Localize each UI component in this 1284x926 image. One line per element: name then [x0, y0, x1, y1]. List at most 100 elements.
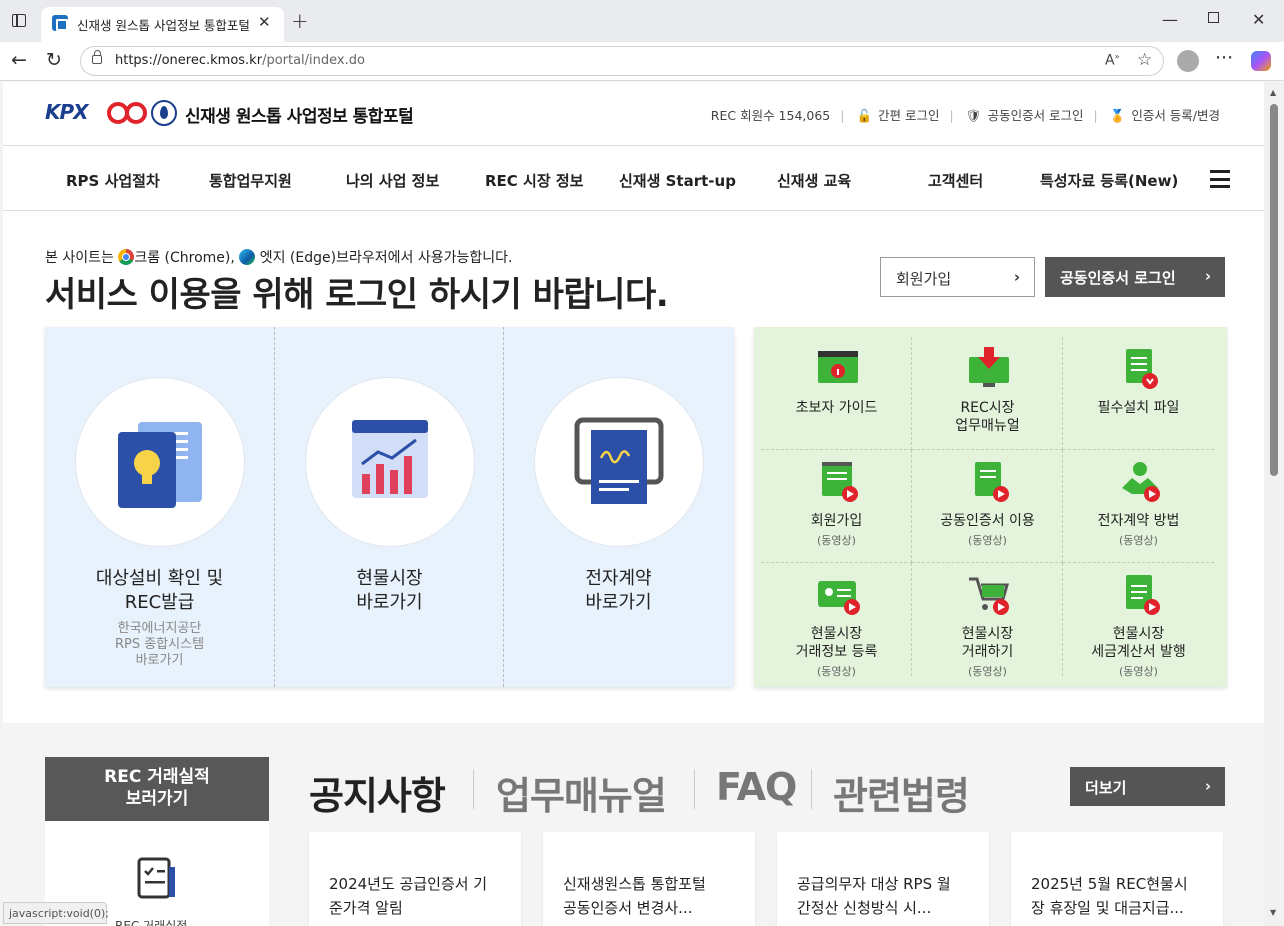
chevron-right-icon: › [1204, 777, 1211, 795]
guide-contract-video[interactable]: 전자계약 방법 (동영상) [1063, 450, 1214, 563]
notice-card[interactable]: 2025년 5월 REC현물시 장 휴장일 및 대금지급... [1011, 832, 1223, 926]
read-aloud-icon[interactable]: A» [1105, 52, 1119, 69]
quick-label: 전자계약 바로가기 [585, 568, 652, 613]
chart-growth-icon [352, 420, 428, 498]
cert-login-button[interactable]: 공동인증서 로그인 › [1045, 257, 1225, 297]
guide-rec-manual[interactable]: REC시장 업무매뉴얼 [912, 337, 1063, 450]
nav-my-business[interactable]: 나의 사업 정보 [346, 170, 439, 191]
status-bar: javascript:void(0); [3, 902, 109, 924]
web-page: KPX 신재생 원스톱 사업정보 통합포털 REC 회원수 154,065 | … [3, 82, 1264, 926]
tab-divider [694, 769, 695, 809]
logo-ring-icon [125, 102, 147, 124]
close-window-icon[interactable]: ✕ [1252, 10, 1265, 29]
more-options-icon[interactable]: ··· [1215, 47, 1233, 69]
guide-signup-video[interactable]: 회원가입 (동영상) [761, 450, 912, 563]
minimize-icon[interactable]: — [1162, 10, 1178, 29]
guide-video-tag: (동영상) [817, 534, 856, 547]
profile-avatar-icon[interactable] [1177, 50, 1199, 72]
notice-card[interactable]: 공급의무자 대상 RPS 월 간정산 신청방식 시... [777, 832, 989, 926]
guide-label: 현물시장 세금계산서 발행 [1091, 626, 1186, 660]
browser-notice: 본 사이트는 크롬 (Chrome), 엣지 (Edge)브라우저에서 사용가능… [45, 249, 513, 266]
guide-video-tag: (동영상) [968, 534, 1007, 547]
page-title: 서비스 이용을 위해 로그인 하시기 바랍니다. [45, 275, 669, 315]
browser-tab[interactable]: 신재생 원스톱 사업정보 통합포털 ✕ [41, 7, 284, 42]
new-tab-icon[interactable]: + [291, 9, 309, 33]
notebook-video-icon [822, 462, 858, 502]
chevron-right-icon: › [1013, 268, 1020, 286]
guide-cert-video[interactable]: 공동인증서 이용 (동영상) [912, 450, 1063, 563]
guide-label: 공동인증서 이용 [940, 513, 1035, 529]
checklist-icon [137, 857, 175, 899]
scroll-up-icon[interactable]: ▲ [1270, 88, 1276, 97]
back-icon[interactable]: ← [11, 49, 27, 71]
notice-card-title: 2025년 5월 REC현물시 장 휴장일 및 대금지급... [1031, 875, 1188, 917]
notice-card[interactable]: 신재생원스톱 통합포털 공동인증서 변경사... [543, 832, 755, 926]
guide-label: 전자계약 방법 [1097, 513, 1180, 529]
guide-tax-invoice-video[interactable]: 현물시장 세금계산서 발행 (동영상) [1063, 563, 1214, 678]
maximize-icon[interactable] [1208, 12, 1219, 23]
quick-links-panel: 대상설비 확인 및 REC발급 한국에너지공단 RPS 종합시스템 바로가기 현물시장… [45, 327, 734, 687]
quick-rec-issuance[interactable]: 대상설비 확인 및 REC발급 한국에너지공단 RPS 종합시스템 바로가기 [45, 327, 274, 687]
copilot-icon[interactable] [1251, 51, 1271, 71]
cert-login-link[interactable]: 🛡 공동인증서 로그인 [966, 108, 1084, 123]
cart-video-icon [969, 577, 1009, 615]
main-navigation: RPS 사업절차 통합업무지원 나의 사업 정보 REC 시장 정보 신재생 S… [3, 145, 1264, 211]
window-menu-icon[interactable] [12, 14, 26, 27]
scrollbar-thumb[interactable] [1270, 104, 1278, 476]
guide-video-tag: (동영상) [1119, 534, 1158, 547]
hamburger-menu-icon[interactable] [1210, 170, 1230, 188]
close-tab-icon[interactable]: ✕ [258, 13, 271, 31]
nav-startup[interactable]: 신재생 Start-up [619, 170, 736, 191]
tab-manual[interactable]: 업무매뉴얼 [496, 765, 667, 820]
vertical-scrollbar[interactable]: ▲ ▼ [1265, 82, 1284, 926]
more-button[interactable]: 더보기 › [1070, 767, 1225, 806]
quick-label: 대상설비 확인 및 REC발급 [95, 568, 224, 613]
guide-trading-video[interactable]: 현물시장 거래하기 (동영상) [912, 563, 1063, 678]
guide-label: 현물시장 거래정보 등록 [795, 626, 878, 660]
nav-customer-center[interactable]: 고객센터 [928, 170, 983, 191]
reload-icon[interactable]: ↻ [46, 49, 62, 71]
guide-video-tag: (동영상) [817, 665, 856, 678]
lock-icon [92, 50, 102, 64]
tab-faq[interactable]: FAQ [716, 765, 797, 809]
notice-card[interactable]: 2024년도 공급인증서 기 준가격 알림 [309, 832, 521, 926]
guide-panel: 초보자 가이드 REC시장 업무매뉴얼 필수설치 파일 회원가입 (동영상) 공동… [754, 327, 1227, 687]
rec-history-partial-label: REC 거래실적 [115, 919, 188, 926]
rec-member-count: REC 회원수 154,065 [710, 108, 831, 123]
nav-rps-procedure[interactable]: RPS 사업절차 [66, 170, 160, 191]
quick-icon-circle [306, 378, 474, 546]
edge-icon [239, 249, 256, 265]
guide-video-tag: (동영상) [1119, 665, 1158, 678]
guide-label: REC시장 업무매뉴얼 [955, 400, 1020, 434]
quick-label: 현물시장 바로가기 [356, 568, 423, 613]
logo-drop-icon [151, 100, 177, 126]
join-button[interactable]: 회원가입 › [880, 257, 1035, 297]
tab-laws[interactable]: 관련법령 [833, 765, 970, 820]
simple-login-link[interactable]: 🔓 간편 로그인 [856, 108, 939, 123]
url-field[interactable]: https://onerec.kmos.kr/portal/index.do A… [80, 46, 1164, 76]
lightbulb-document-icon [118, 422, 202, 508]
rec-history-box[interactable]: REC 거래실적 보러가기 REC 거래실적 [45, 757, 269, 926]
top-links: REC 회원수 154,065 | 🔓 간편 로그인 | 🛡 공동인증서 로그인 |… [710, 108, 1220, 123]
quick-icon-circle [535, 378, 703, 546]
guide-required-files[interactable]: 필수설치 파일 [1063, 337, 1214, 450]
nav-characteristic-data[interactable]: 특성자료 등록(New) [1040, 170, 1178, 191]
nav-rec-market[interactable]: REC 시장 정보 [485, 170, 583, 191]
nav-education[interactable]: 신재생 교육 [777, 170, 851, 191]
favorite-star-icon[interactable]: ☆ [1137, 50, 1152, 70]
cert-register-link[interactable]: 🏅 인증서 등록/변경 [1110, 108, 1220, 123]
guide-beginner[interactable]: 초보자 가이드 [761, 337, 912, 450]
quick-e-contract[interactable]: 전자계약 바로가기 [503, 327, 732, 687]
tab-notice[interactable]: 공지사항 [309, 765, 446, 820]
tab-title: 신재생 원스톱 사업정보 통합포털 [77, 18, 250, 33]
invoice-video-icon [1126, 575, 1160, 615]
monitor-info-icon [818, 351, 858, 383]
notice-card-title: 2024년도 공급인증서 기 준가격 알림 [329, 875, 488, 917]
guide-trade-register-video[interactable]: 현물시장 거래정보 등록 (동영상) [761, 563, 912, 678]
scroll-down-icon[interactable]: ▼ [1270, 908, 1276, 917]
rec-history-header[interactable]: REC 거래실적 보러가기 [45, 757, 269, 821]
site-title: 신재생 원스톱 사업정보 통합포털 [185, 107, 414, 127]
quick-spot-market[interactable]: 현물시장 바로가기 [274, 327, 503, 687]
guide-label: 초보자 가이드 [795, 400, 878, 416]
nav-work-support[interactable]: 통합업무지원 [209, 170, 292, 191]
